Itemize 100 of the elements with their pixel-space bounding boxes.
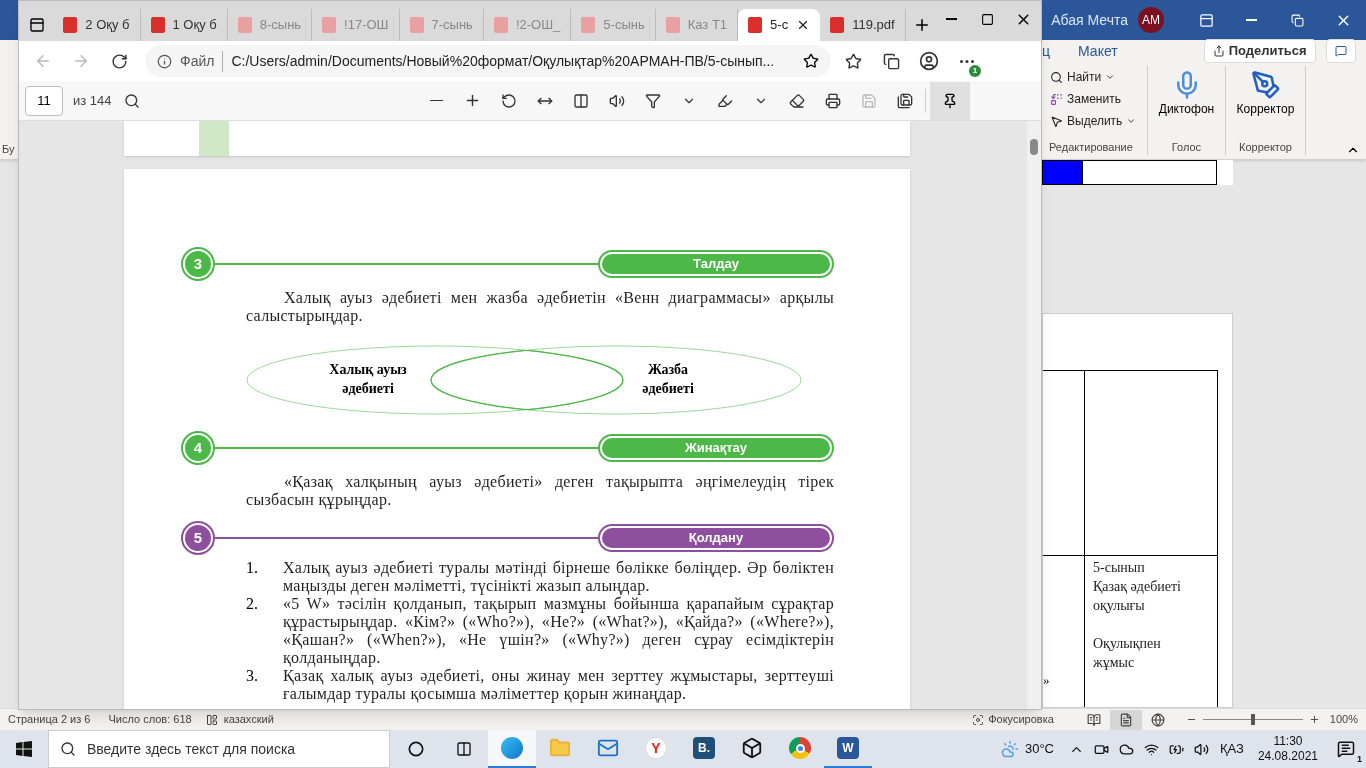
volume-icon xyxy=(1194,741,1209,757)
input-language[interactable]: ҚАЗ xyxy=(1220,739,1244,759)
taskbar-app-button[interactable]: W xyxy=(824,730,872,768)
globe-icon xyxy=(1150,712,1165,727)
notifications-button[interactable]: 1 xyxy=(1326,730,1366,768)
replace-icon xyxy=(1050,92,1063,106)
url-text: C:/Users/admin/Documents/Новый%20формат/Оқулықтар%20АРМАН-ПВ/5-сынып... xyxy=(231,51,776,71)
windows-logo-icon xyxy=(16,741,32,757)
paragraph: «Қазақ халқының ауыз әдебиеті» деген тақырыпта әңгімелеудің тірек сызбасын құрыңдар. xyxy=(246,473,834,509)
zoom-slider-thumb[interactable] xyxy=(1250,714,1255,725)
section-label: Жинақтау xyxy=(598,434,834,462)
page-number-field[interactable]: 11 xyxy=(25,85,63,116)
maximize-icon xyxy=(980,12,994,26)
replace-button[interactable]: Заменить xyxy=(1042,88,1147,110)
edge-logo-icon xyxy=(501,737,523,759)
dictate-button[interactable]: Диктофон xyxy=(1158,70,1215,118)
pointer-icon xyxy=(1050,114,1063,128)
more-icon xyxy=(960,59,974,63)
save-icon xyxy=(860,92,877,109)
table-cell-text: » xyxy=(1043,670,1051,689)
page-count: из 144 xyxy=(73,91,112,110)
chevron-down-icon xyxy=(1105,72,1116,82)
paragraph: Халық ауыз әдебиеті мен жазба әдебиетін «Венн диаграммасы» арқылы салыстырыңдар. xyxy=(246,289,834,325)
app-logo-icon: B. xyxy=(693,737,715,759)
find-button[interactable]: Найти xyxy=(1042,66,1147,88)
language-status[interactable]: казахский xyxy=(223,711,274,728)
task-view-icon xyxy=(456,741,472,757)
select-button[interactable]: Выделить xyxy=(1042,110,1147,132)
search-icon xyxy=(123,92,140,109)
star-icon xyxy=(844,52,862,70)
taskbar-app-button[interactable]: B. xyxy=(680,730,728,768)
plus-icon xyxy=(1308,714,1320,725)
page-status[interactable]: Страница 2 из 6 xyxy=(8,711,91,728)
clock[interactable]: 11:30 24.08.2021 xyxy=(1257,734,1318,764)
table-cell-text: Оқулықпен xyxy=(1093,635,1162,653)
wifi-icon xyxy=(1144,741,1159,757)
search-icon xyxy=(60,741,76,757)
ribbon-display-icon xyxy=(1198,12,1214,28)
zoom-in-button[interactable] xyxy=(1308,714,1320,725)
search-icon xyxy=(1050,70,1063,84)
user-avatar: AM xyxy=(1138,7,1164,33)
group-label: Редактирование xyxy=(1048,139,1134,155)
chevron-down-icon xyxy=(1126,116,1137,126)
scheme-label: Файл xyxy=(180,50,224,72)
rotate-icon xyxy=(500,92,517,109)
pin-toolbar-button[interactable] xyxy=(929,81,970,120)
comments-button[interactable] xyxy=(1325,39,1356,63)
view-mode-button[interactable] xyxy=(1109,709,1142,730)
focus-icon xyxy=(972,713,985,726)
table-cell-text: 5-сынып xyxy=(1093,559,1146,577)
list-number: 1. xyxy=(246,559,259,578)
read-aloud-icon xyxy=(608,92,625,109)
collections-icon xyxy=(882,52,900,70)
profile-icon xyxy=(919,51,939,71)
info-icon xyxy=(157,53,172,69)
section-label: Қолдану xyxy=(598,524,834,552)
section-number-badge: 4 xyxy=(181,431,215,465)
forward-arrow-icon xyxy=(72,52,90,70)
venn-label: Жазба әдебиеті xyxy=(641,361,695,398)
minus-icon xyxy=(430,99,444,102)
notification-icon xyxy=(1337,740,1355,758)
taskbar-app-button[interactable]: Y xyxy=(632,730,680,768)
minimize-icon xyxy=(946,18,958,20)
group-label: Бу xyxy=(2,141,15,157)
page-tab-marker xyxy=(199,121,229,156)
eraser-icon xyxy=(788,92,805,109)
list-item-text: «5 W» тәсілін қолданып, тақырып мазмұны бойынша қарапайым сұрақтар құрастырыңдар. «Кім?» («Who?»), «Не?» («What?»), «Қайда?» («Where?»), «Қашан?» («When?»), «Не үшін?» («Why?») деген сұрау есімдіктерін қолданыңдар. xyxy=(283,595,834,667)
cloud-icon xyxy=(1119,741,1134,757)
section-number-badge: 3 xyxy=(181,247,215,281)
table-cell-text: жұмыс xyxy=(1093,654,1136,672)
address-bar[interactable]: Файл C:/Users/admin/Documents/Новый%20формат/Оқулықтар%20АРМАН-ПВ/5-сынып... xyxy=(145,45,831,77)
zoom-level[interactable]: 100% xyxy=(1329,711,1358,728)
editor-button[interactable]: Корректор xyxy=(1236,70,1295,118)
table-cell-text: Қазақ әдебиеті xyxy=(1093,578,1182,596)
section-label: Талдау xyxy=(598,250,834,278)
refresh-icon xyxy=(110,52,128,70)
ribbon-tab[interactable]: ц xyxy=(1042,40,1051,62)
browser-tab[interactable]: 5-с xyxy=(738,9,821,41)
word-logo-icon: W xyxy=(837,737,859,759)
box-icon xyxy=(741,737,763,759)
section-number-badge: 5 xyxy=(181,521,215,555)
group-label: Голос xyxy=(1171,139,1202,155)
save-as-icon xyxy=(896,92,913,109)
list-item-text: Қазақ халық ауыз әдебиеті, оны жинау мен зерттеу жұмыстары, зерттеуші ғалымдар туралы қосымша мәліметтер қорын жинаңдар. xyxy=(283,667,834,703)
list-number: 2. xyxy=(246,595,259,614)
update-badge: 1 xyxy=(969,65,981,77)
ribbon-tab[interactable]: Макет xyxy=(1078,40,1118,62)
restore-icon xyxy=(1290,13,1304,27)
venn-label: Халық ауыз әдебиеті xyxy=(328,361,408,398)
circle-icon xyxy=(408,741,424,757)
taskbar-search-field[interactable]: Введите здесь текст для поиска xyxy=(48,730,390,768)
focus-button[interactable]: Фокусировка xyxy=(972,711,1054,728)
browser-logo-icon: Y xyxy=(645,737,667,759)
mail-icon xyxy=(597,737,619,759)
share-button[interactable]: Поделиться xyxy=(1203,39,1316,63)
weather-icon xyxy=(1000,740,1019,758)
page-icon xyxy=(1118,712,1133,727)
add-favorite-icon xyxy=(803,53,819,69)
word-count-status[interactable]: Число слов: 618 xyxy=(108,711,192,728)
user-name: Абая Мечта xyxy=(1051,10,1128,30)
